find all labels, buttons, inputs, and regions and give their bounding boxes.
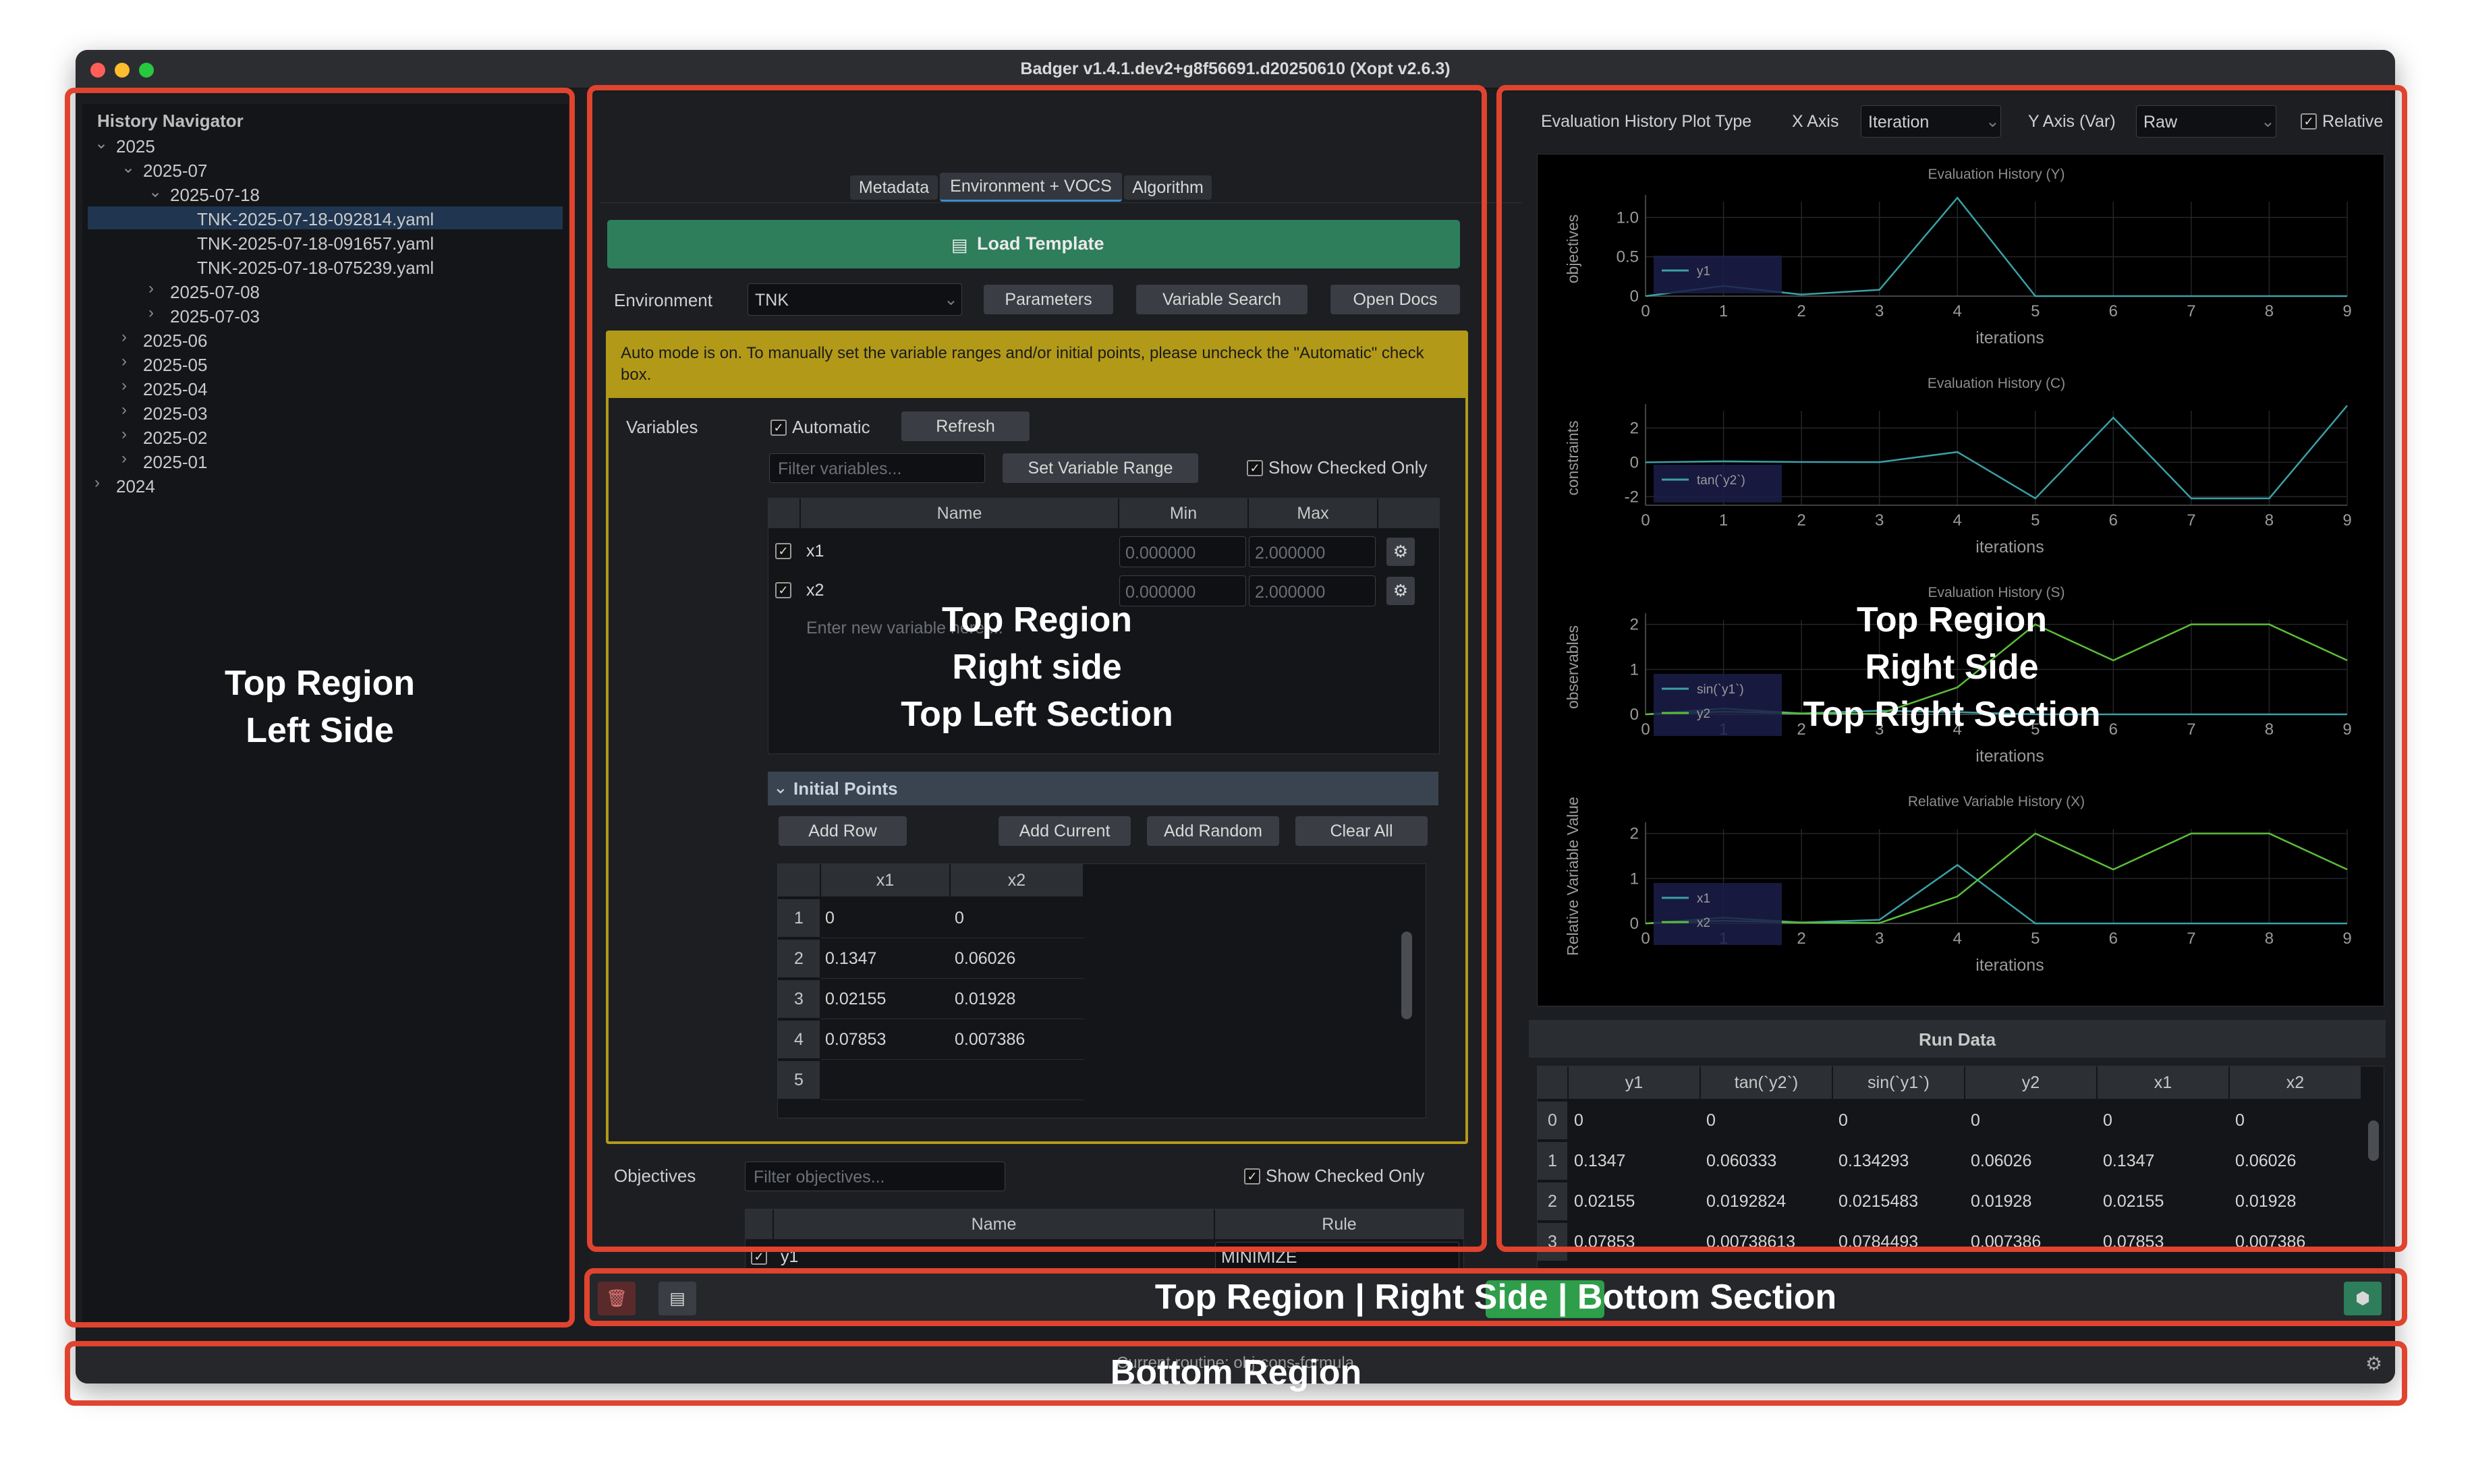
region-label-left: Top Region Left Side xyxy=(65,660,575,754)
region-label-mid-line: Right side xyxy=(952,648,1122,687)
region-label-right: Top Region Right Side Top Right Section xyxy=(1496,596,2407,738)
window-title: Badger v1.4.1.dev2+g8f56691.d20250610 (X… xyxy=(1020,59,1451,78)
region-label-bottom-section: Top Region | Right Side | Bottom Section xyxy=(1154,1278,1837,1317)
region-label-left-line: Top Region xyxy=(224,664,416,703)
region-label-left-line: Left Side xyxy=(246,711,394,750)
region-label-mid-line: Top Left Section xyxy=(901,695,1173,734)
region-label-bottom: Bottom Region xyxy=(1110,1353,1362,1392)
region-label-right-line: Right Side xyxy=(1865,648,2039,687)
title-bar: Badger v1.4.1.dev2+g8f56691.d20250610 (X… xyxy=(76,50,2395,88)
region-label-mid: Top Region Right side Top Left Section xyxy=(587,596,1487,738)
region-label-right-line: Top Region xyxy=(1856,600,2048,639)
region-label-mid-line: Top Region xyxy=(941,600,1133,639)
region-label-right-line: Top Right Section xyxy=(1803,695,2101,734)
